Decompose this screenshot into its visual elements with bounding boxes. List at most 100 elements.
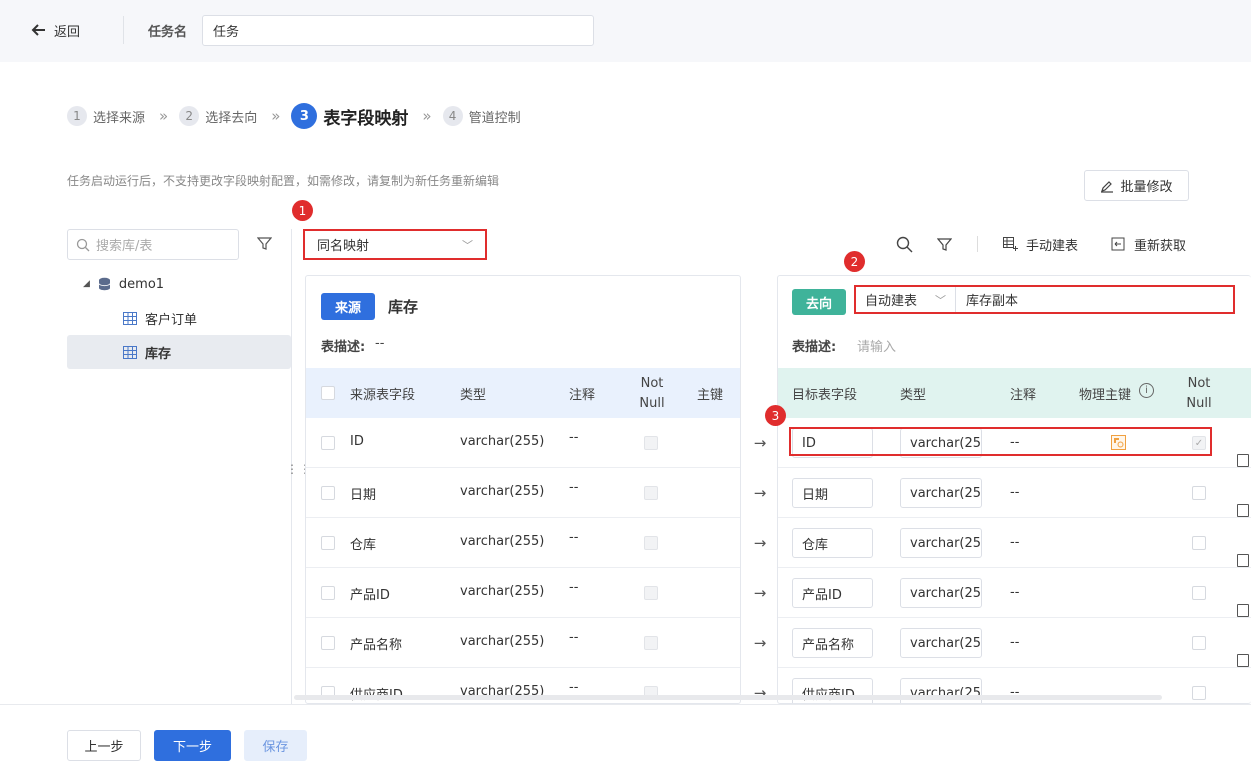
not-null-checkbox — [644, 586, 658, 600]
row-checkbox[interactable] — [321, 486, 335, 500]
source-field: ID — [350, 434, 364, 449]
db-name: demo1 — [118, 276, 165, 292]
back-button[interactable]: 返回 — [30, 20, 80, 40]
target-type-input[interactable]: varchar(255) — [900, 678, 982, 703]
target-field-input[interactable]: 产品名称 — [792, 628, 873, 658]
tree-table-item-selected[interactable]: 库存 — [67, 335, 291, 369]
step-number: 1 — [67, 106, 87, 126]
stepper: 1 选择来源 » 2 选择去向 » 3 表字段映射 » 4 管道控制 — [67, 102, 521, 130]
arrow-left-icon — [31, 24, 45, 36]
tree-db-node[interactable]: ◢ demo1 — [67, 267, 291, 301]
manual-create-button[interactable]: 手动建表 — [1003, 234, 1078, 254]
search-icon — [76, 238, 90, 251]
not-null-checkbox[interactable] — [1192, 686, 1206, 700]
source-panel: 来源 库存 表描述: -- 来源表字段 类型 注释 Not Null 主键 ID… — [305, 275, 741, 704]
target-type-input[interactable]: varchar(255) — [900, 628, 982, 658]
row-checkbox[interactable] — [321, 636, 335, 650]
next-step-button[interactable]: 下一步 — [154, 730, 231, 761]
delete-icon[interactable] — [1237, 654, 1249, 667]
table-row: 产品名称 varchar(255) -- — [778, 618, 1251, 668]
target-field-input[interactable]: 产品ID — [792, 578, 873, 608]
mapping-arrows: → → → → → → — [750, 417, 770, 704]
row-checkbox[interactable] — [321, 536, 335, 550]
target-type-input[interactable]: varchar(255) — [900, 578, 982, 608]
mapping-select[interactable]: 同名映射 ﹀ — [307, 233, 483, 256]
not-null-checkbox — [644, 536, 658, 550]
step-label: 选择来源 — [93, 110, 146, 126]
delete-icon[interactable] — [1237, 454, 1249, 467]
footer-bar: 上一步 下一步 保存 — [0, 704, 1251, 781]
chevron-down-icon: ﹀ — [935, 293, 946, 307]
target-type-input[interactable]: varchar(255) — [900, 478, 982, 508]
table-row: 产品ID varchar(255) -- — [778, 568, 1251, 618]
target-type-input[interactable]: varchar(255) — [900, 528, 982, 558]
select-all-checkbox[interactable] — [321, 386, 335, 400]
horizontal-scrollbar[interactable] — [294, 695, 1162, 700]
prev-step-button[interactable]: 上一步 — [67, 730, 141, 761]
source-table-name: 库存 — [388, 298, 419, 316]
table-name: 客户订单 — [145, 312, 198, 328]
prev-step-label: 上一步 — [84, 740, 124, 755]
not-null-checkbox — [644, 486, 658, 500]
not-null-checkbox[interactable] — [1192, 536, 1206, 550]
filter-icon[interactable] — [937, 237, 952, 252]
source-comment: -- — [569, 480, 579, 495]
source-comment: -- — [569, 680, 579, 695]
save-button[interactable]: 保存 — [244, 730, 307, 761]
create-mode-value: 自动建表 — [865, 294, 918, 309]
filter-icon[interactable] — [257, 236, 272, 251]
target-table-name-input[interactable]: 库存副本 — [956, 287, 1233, 312]
column-header: 目标表字段 — [792, 388, 858, 403]
table-row: 产品ID varchar(255) -- — [306, 568, 740, 618]
delete-icon[interactable] — [1237, 504, 1249, 517]
source-desc-label: 表描述: — [321, 340, 366, 355]
target-field-value: 仓库 — [802, 537, 829, 553]
info-icon[interactable]: i — [1139, 383, 1154, 398]
not-null-checkbox[interactable] — [1192, 586, 1206, 600]
row-checkbox[interactable] — [321, 436, 335, 450]
chevrons-right-icon: » — [422, 107, 431, 125]
task-name-input[interactable]: 任务 — [202, 15, 594, 46]
target-type-value: varchar(255) — [910, 535, 982, 551]
not-null-checkbox[interactable] — [1192, 486, 1206, 500]
search-input[interactable]: 搜索库/表 — [67, 229, 239, 260]
source-type: varchar(255) — [460, 484, 545, 499]
target-field-input[interactable]: 供应商ID — [792, 678, 873, 703]
table-name: 库存 — [145, 346, 172, 362]
source-type: varchar(255) — [460, 584, 545, 599]
target-field-value: 产品名称 — [802, 637, 855, 653]
target-field-input[interactable]: 仓库 — [792, 528, 873, 558]
tree-table-item[interactable]: 客户订单 — [67, 301, 291, 335]
annotation-box-3 — [789, 427, 1212, 456]
target-comment: -- — [1010, 585, 1020, 600]
mapping-select-value: 同名映射 — [317, 239, 370, 254]
target-field-input[interactable]: 日期 — [792, 478, 873, 508]
delete-icon[interactable] — [1237, 604, 1249, 617]
column-header: 主键 — [697, 388, 724, 403]
step-number: 3 — [291, 103, 318, 129]
search-placeholder: 搜索库/表 — [96, 239, 153, 254]
task-name-value: 任务 — [213, 25, 240, 40]
not-null-checkbox[interactable] — [1192, 636, 1206, 650]
toolbar-divider — [977, 236, 978, 252]
target-panel: 去向 表描述: 请输入 目标表字段 类型 注释 物理主键 i Not Null … — [777, 275, 1251, 704]
annotation-badge-2: 2 — [844, 251, 865, 272]
column-header: Not Null — [639, 376, 665, 411]
create-mode-select[interactable]: 自动建表 ﹀ — [856, 287, 956, 312]
batch-edit-button[interactable]: 批量修改 — [1084, 170, 1189, 201]
delete-icon[interactable] — [1237, 554, 1249, 567]
step-number: 2 — [179, 106, 200, 126]
notice-text: 任务启动运行后，不支持更改字段映射配置，如需修改，请复制为新任务重新编辑 — [67, 174, 500, 188]
target-table-name-value: 库存副本 — [966, 294, 1019, 309]
step-2: 2 选择去向 — [179, 106, 257, 126]
annotation-box-1: 同名映射 ﹀ — [303, 229, 487, 260]
source-comment: -- — [569, 430, 579, 445]
target-type-value: varchar(255) — [910, 635, 982, 651]
column-header: 来源表字段 — [350, 388, 416, 403]
target-desc-input[interactable]: 请输入 — [857, 336, 896, 355]
refresh-button[interactable]: 重新获取 — [1111, 234, 1186, 254]
row-checkbox[interactable] — [321, 586, 335, 600]
target-desc-label: 表描述: — [792, 340, 837, 355]
search-icon[interactable] — [896, 236, 913, 253]
save-label: 保存 — [262, 740, 289, 755]
